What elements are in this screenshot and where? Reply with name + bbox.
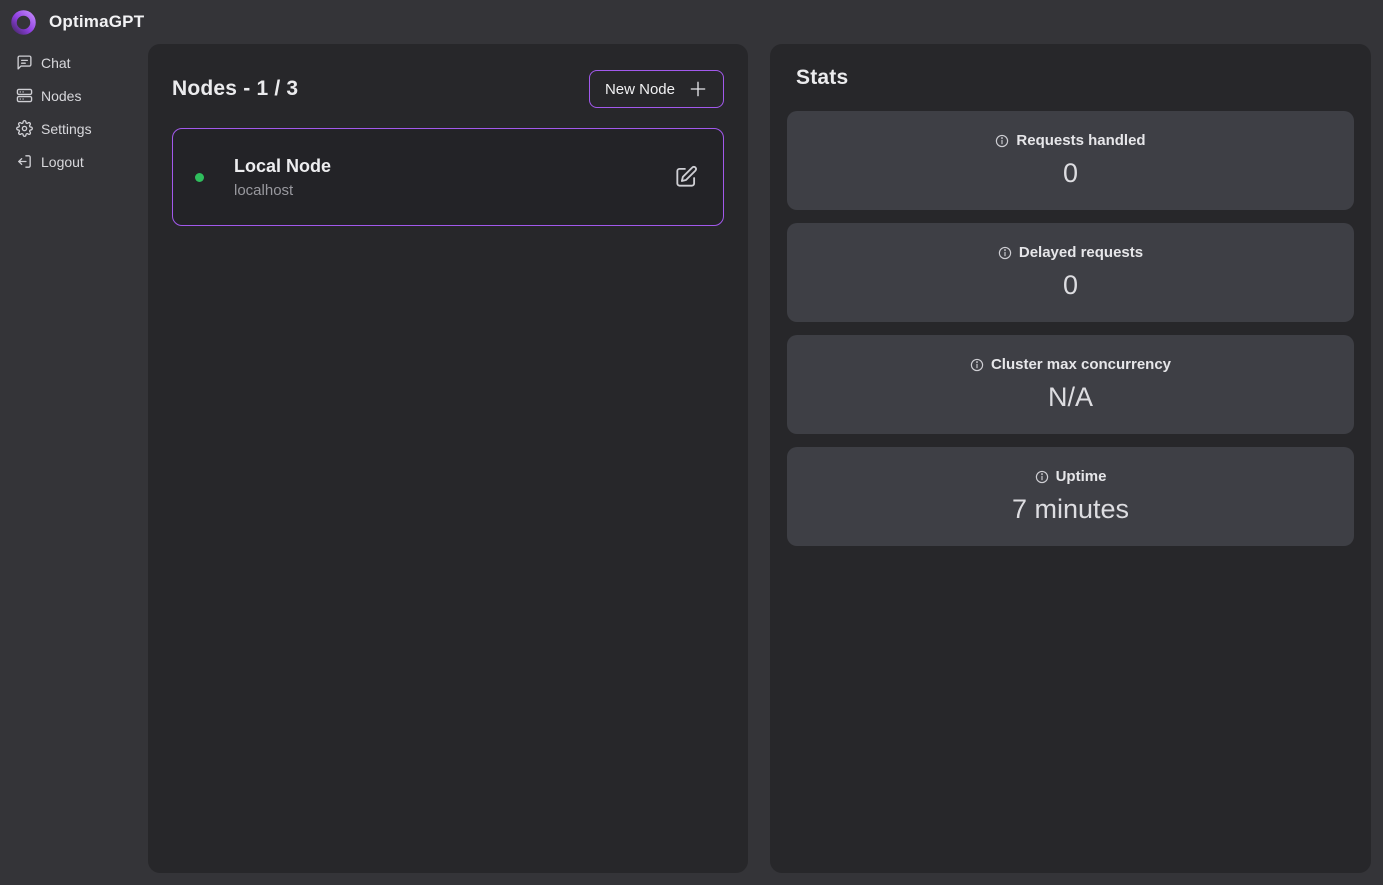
app-title: OptimaGPT xyxy=(49,12,144,32)
stat-value: N/A xyxy=(1048,382,1093,413)
sidebar-item-logout[interactable]: Logout xyxy=(0,145,148,178)
stat-label: Cluster max concurrency xyxy=(991,356,1171,373)
info-icon xyxy=(995,134,1009,148)
chat-icon xyxy=(16,54,33,71)
stat-label: Delayed requests xyxy=(1019,244,1143,261)
edit-icon xyxy=(673,164,699,190)
nodes-panel-header: Nodes - 1 / 3 New Node xyxy=(148,44,748,108)
new-node-button[interactable]: New Node xyxy=(589,70,724,108)
sidebar-item-label: Nodes xyxy=(41,88,81,104)
node-status-dot xyxy=(195,173,204,182)
info-icon xyxy=(970,358,984,372)
sidebar-item-label: Chat xyxy=(41,55,71,71)
new-node-button-label: New Node xyxy=(605,81,675,98)
stat-card-delayed-requests: Delayed requests 0 xyxy=(787,223,1354,322)
logout-icon xyxy=(16,153,33,170)
node-info: Local Node localhost xyxy=(234,156,331,199)
stat-label-row: Delayed requests xyxy=(998,244,1143,261)
plus-icon xyxy=(688,79,708,99)
stat-value: 0 xyxy=(1063,158,1078,189)
stat-value: 0 xyxy=(1063,270,1078,301)
settings-icon xyxy=(16,120,33,137)
edit-node-button[interactable] xyxy=(669,160,703,194)
node-host: localhost xyxy=(234,182,331,199)
sidebar: Chat Nodes Settings xyxy=(0,46,148,178)
info-icon xyxy=(998,246,1012,260)
sidebar-item-label: Logout xyxy=(41,154,84,170)
sidebar-item-settings[interactable]: Settings xyxy=(0,112,148,145)
stats-panel-title: Stats xyxy=(796,66,1354,90)
stat-label: Requests handled xyxy=(1016,132,1145,149)
nodes-panel-title: Nodes - 1 / 3 xyxy=(172,77,298,101)
nodes-icon xyxy=(16,87,33,104)
stat-label-row: Requests handled xyxy=(995,132,1145,149)
node-card[interactable]: Local Node localhost xyxy=(172,128,724,226)
app-header: OptimaGPT xyxy=(0,0,1383,44)
info-icon xyxy=(1035,470,1049,484)
stat-card-requests-handled: Requests handled 0 xyxy=(787,111,1354,210)
sidebar-item-nodes[interactable]: Nodes xyxy=(0,79,148,112)
nodes-panel: Nodes - 1 / 3 New Node Local Node localh… xyxy=(148,44,748,873)
app-logo-icon xyxy=(10,9,37,36)
stat-card-cluster-max-concurrency: Cluster max concurrency N/A xyxy=(787,335,1354,434)
sidebar-item-chat[interactable]: Chat xyxy=(0,46,148,79)
stat-label-row: Cluster max concurrency xyxy=(970,356,1171,373)
stat-label: Uptime xyxy=(1056,468,1107,485)
stat-card-uptime: Uptime 7 minutes xyxy=(787,447,1354,546)
stat-label-row: Uptime xyxy=(1035,468,1107,485)
stats-panel: Stats Requests handled 0 Delayed request… xyxy=(770,44,1371,873)
stat-value: 7 minutes xyxy=(1012,494,1129,525)
sidebar-item-label: Settings xyxy=(41,121,92,137)
node-name: Local Node xyxy=(234,156,331,177)
